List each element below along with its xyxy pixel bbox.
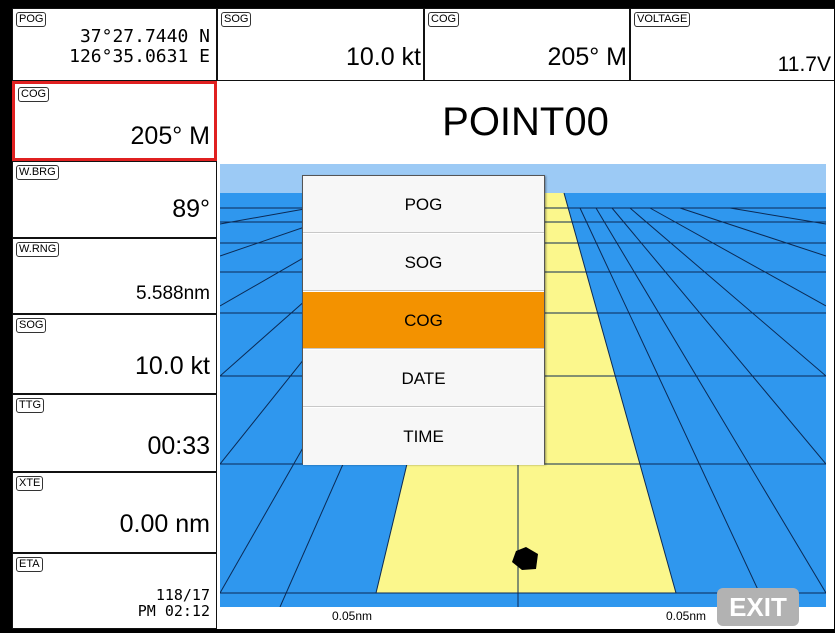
menu-item-date[interactable]: DATE (303, 350, 544, 407)
wrng-value: 5.588nm (136, 283, 210, 304)
top-sog-tag: SOG (221, 12, 252, 27)
xte-value: 0.00 nm (119, 510, 210, 538)
sidebar-eta-cell[interactable]: ETA 118/17 PM 02:12 (12, 553, 217, 629)
eta-tag: ETA (16, 557, 43, 572)
sidebar-sog-cell[interactable]: SOG 10.0 kt (12, 314, 217, 394)
top-sog-value: 10.0 kt (345, 43, 421, 71)
wbrg-value: 89° (172, 195, 210, 223)
sidebar-cog-cell[interactable]: COG 205° M (12, 81, 217, 161)
plotter-screen: POG 37°27.7440 N 126°35.0631 E SOG 10.0 … (12, 8, 834, 629)
voltage-value: 11.7V (777, 53, 831, 76)
top-cog-cell[interactable]: COG 205° M (424, 8, 630, 81)
scale-right: 0.05nm (666, 609, 707, 623)
longitude-value: 126°35.0631 E (69, 46, 210, 67)
sidebar-wbrg-cell[interactable]: W.BRG 89° (12, 161, 217, 238)
waypoint-title: POINT00 (442, 100, 609, 144)
wbrg-tag: W.BRG (16, 165, 59, 180)
ttg-tag: TTG (16, 398, 44, 413)
exit-button[interactable]: EXIT (717, 588, 799, 626)
menu-item-cog[interactable]: COG (303, 292, 544, 349)
position-cell[interactable]: POG 37°27.7440 N 126°35.0631 E (12, 8, 217, 81)
xte-tag: XTE (16, 476, 44, 491)
menu-item-time[interactable]: TIME (303, 408, 544, 465)
top-cog-value: 205° M (547, 43, 627, 71)
top-cog-tag: COG (428, 12, 460, 27)
sidebar-ttg-cell[interactable]: TTG 00:33 (12, 394, 217, 472)
sidebar-xte-cell[interactable]: XTE 0.00 nm (12, 472, 217, 553)
eta-time: PM 02:12 (137, 602, 210, 620)
voltage-tag: VOLTAGE (634, 12, 691, 27)
data-select-menu: POG SOG COG DATE TIME (302, 175, 545, 465)
sidebar-wrng-cell[interactable]: W.RNG 5.588nm (12, 238, 217, 314)
latitude-value: 37°27.7440 N (79, 26, 210, 47)
scale-left: 0.05nm (332, 609, 373, 623)
top-sog-cell[interactable]: SOG 10.0 kt (217, 8, 424, 81)
top-voltage-cell[interactable]: VOLTAGE 11.7V (630, 8, 834, 81)
wrng-tag: W.RNG (16, 242, 60, 257)
ttg-value: 00:33 (147, 432, 210, 460)
pog-tag: POG (16, 12, 47, 27)
menu-item-sog[interactable]: SOG (303, 234, 544, 291)
sidebar-cog-value: 205° M (130, 122, 210, 150)
sidebar-sog-value: 10.0 kt (134, 352, 210, 380)
sidebar-cog-tag: COG (18, 87, 50, 102)
sidebar-sog-tag: SOG (16, 318, 47, 333)
menu-item-pog[interactable]: POG (303, 176, 544, 233)
